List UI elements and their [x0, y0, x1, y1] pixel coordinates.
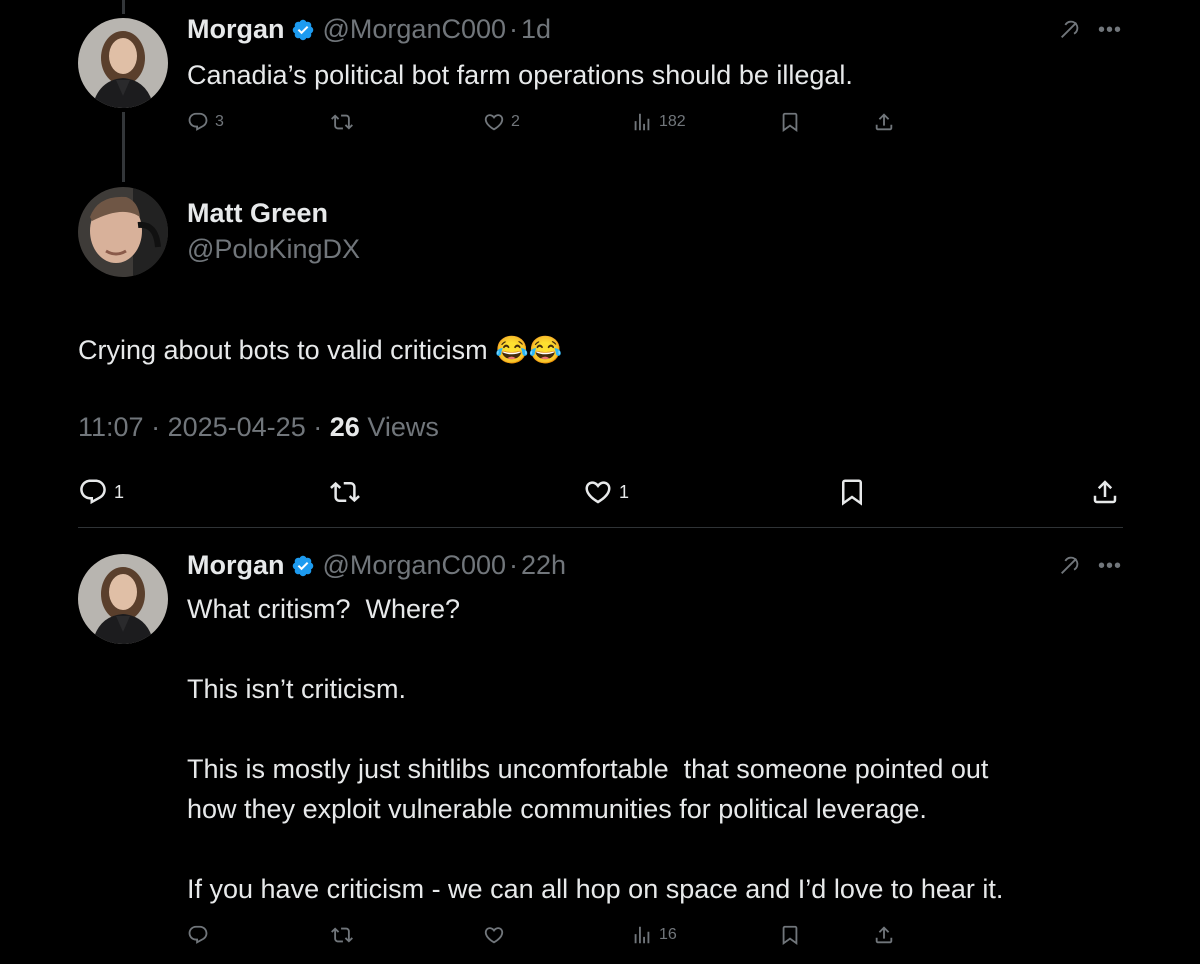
more-icon[interactable]: ••• [1098, 556, 1122, 576]
like-icon [583, 477, 613, 507]
like-count: 1 [619, 481, 630, 502]
tweet-header: Morgan @MorganC000 · 1d [187, 14, 551, 45]
separator: · [509, 14, 519, 44]
share-button[interactable] [873, 111, 895, 133]
retweet-button[interactable] [331, 924, 359, 946]
tweet-text: What critism? Where? This isn’t criticis… [187, 594, 1004, 904]
bookmark-button[interactable] [837, 477, 867, 507]
views-count: 16 [659, 926, 677, 943]
retweet-button[interactable] [331, 111, 359, 133]
tweet-header: Morgan @MorganC000 · 22h [187, 550, 566, 581]
author-handle[interactable]: @MorganC000 [323, 550, 507, 581]
bookmark-button[interactable] [779, 111, 801, 133]
reply-count: 3 [215, 113, 224, 130]
like-button[interactable]: 1 [583, 477, 629, 507]
grok-icon[interactable] [1058, 555, 1080, 577]
tweet-text: Canadia’s political bot farm operations … [187, 60, 853, 90]
avatar[interactable] [78, 554, 168, 644]
author-name[interactable]: Matt Green [187, 198, 328, 229]
views-button[interactable]: 16 [631, 924, 677, 946]
bookmark-icon [837, 477, 867, 507]
separator: · [509, 550, 519, 580]
like-icon [483, 924, 505, 946]
share-icon [873, 111, 895, 133]
separator: · [151, 412, 161, 442]
tweet-text: Crying about bots to valid criticism 😂😂 [78, 335, 563, 365]
verified-badge-icon [291, 18, 315, 42]
timestamp[interactable]: 22h [521, 550, 566, 581]
views-label: Views [367, 412, 439, 442]
tweet-time[interactable]: 11:07 [78, 412, 144, 442]
share-button[interactable] [1090, 477, 1120, 507]
views-icon [631, 111, 653, 133]
reply-button[interactable] [187, 924, 215, 946]
retweet-icon [331, 924, 353, 946]
views-icon [631, 924, 653, 946]
grok-icon[interactable] [1058, 19, 1080, 41]
retweet-icon [331, 111, 353, 133]
like-count: 2 [511, 113, 520, 130]
like-button[interactable]: 2 [483, 111, 520, 133]
reply-icon [187, 924, 209, 946]
avatar[interactable] [78, 187, 168, 277]
author-name[interactable]: Morgan [187, 550, 285, 581]
author-name[interactable]: Morgan [187, 14, 285, 45]
tweet-menu: ••• [1058, 19, 1122, 41]
more-icon[interactable]: ••• [1098, 20, 1122, 40]
avatar[interactable] [78, 18, 168, 108]
thread-line [122, 112, 125, 182]
views-count: 182 [659, 113, 686, 130]
tweet-menu: ••• [1058, 555, 1122, 577]
views-button[interactable]: 182 [631, 111, 686, 133]
bookmark-icon [779, 111, 801, 133]
reply-count: 1 [114, 481, 125, 502]
share-icon [873, 924, 895, 946]
retweet-button[interactable] [330, 477, 366, 507]
tweet-meta: 11:07 · 2025-04-25 · 26 Views [78, 412, 439, 443]
reply-button[interactable]: 3 [187, 111, 224, 133]
separator: · [313, 412, 323, 442]
like-button[interactable] [483, 924, 511, 946]
bookmark-icon [779, 924, 801, 946]
views-count: 26 [329, 412, 360, 442]
verified-badge-icon [291, 554, 315, 578]
reply-button[interactable]: 1 [78, 477, 124, 507]
retweet-icon [330, 477, 360, 507]
author-handle[interactable]: @PoloKingDX [187, 234, 360, 265]
timestamp[interactable]: 1d [521, 14, 551, 45]
reply-icon [187, 111, 209, 133]
bookmark-button[interactable] [779, 924, 801, 946]
thread-line-top [122, 0, 125, 14]
like-icon [483, 111, 505, 133]
reply-icon [78, 477, 108, 507]
share-icon [1090, 477, 1120, 507]
share-button[interactable] [873, 924, 895, 946]
tweet-date[interactable]: 2025-04-25 [168, 412, 306, 442]
author-handle[interactable]: @MorganC000 [323, 14, 507, 45]
divider [78, 527, 1123, 528]
